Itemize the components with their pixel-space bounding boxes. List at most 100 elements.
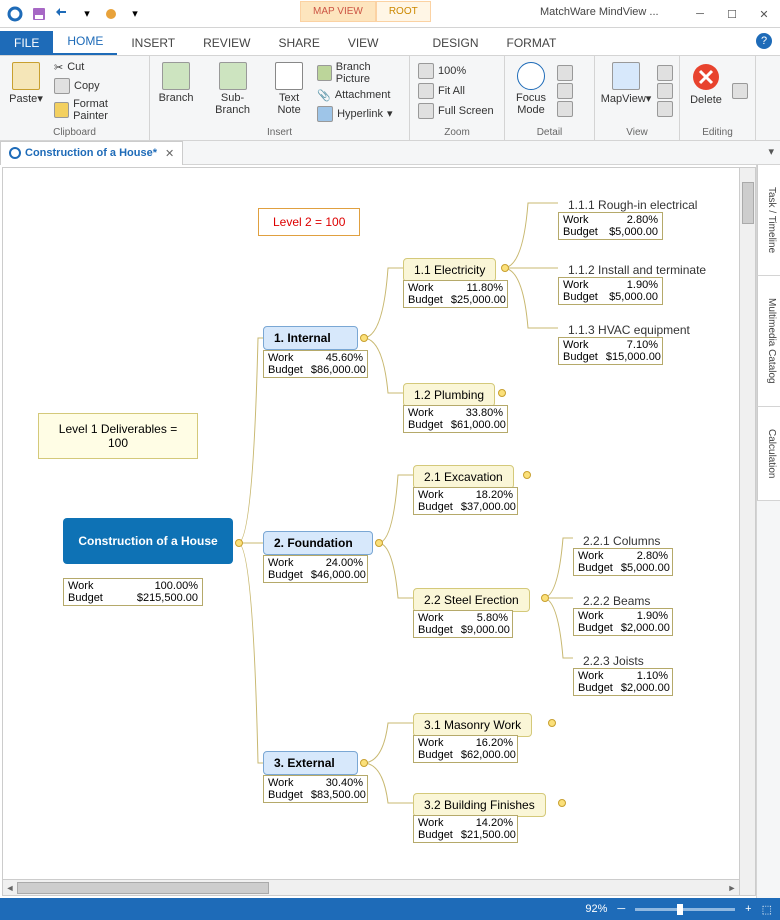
detail-opt2-icon[interactable]: [557, 83, 573, 99]
view-opt2-icon[interactable]: [657, 83, 673, 99]
node-steel[interactable]: 2.2 Steel Erection: [413, 588, 530, 612]
zoom-label: 92%: [585, 903, 607, 915]
stats-excavation: Work18.20%Budget$37,000.00: [413, 487, 518, 515]
tab-format[interactable]: FORMAT: [493, 31, 571, 55]
zoom-fit-icon[interactable]: ⬚: [762, 903, 772, 916]
node-plumbing[interactable]: 1.2 Plumbing: [403, 383, 495, 407]
stats-steel: Work5.80%Budget$9,000.00: [413, 610, 513, 638]
horizontal-scrollbar[interactable]: ◄ ►: [3, 879, 739, 895]
stats-finishes: Work14.20%Budget$21,500.00: [413, 815, 518, 843]
attachment-button[interactable]: 📎Attachment: [315, 88, 403, 103]
branch-button[interactable]: Branch: [156, 60, 196, 122]
redo-icon[interactable]: ▾: [78, 5, 96, 23]
stats-masonry: Work16.20%Budget$62,000.00: [413, 735, 518, 763]
scroll-right-icon[interactable]: ►: [725, 880, 739, 896]
tab-design[interactable]: DESIGN: [419, 31, 493, 55]
expand-dot[interactable]: [523, 471, 531, 479]
sidetab-calculation[interactable]: Calculation: [757, 407, 780, 501]
group-label-view: View: [601, 126, 673, 138]
hyperlink-icon: [317, 106, 333, 122]
group-label-zoom: Zoom: [416, 126, 498, 138]
fit-all-button[interactable]: Fit All: [416, 82, 496, 100]
context-tab-root[interactable]: ROOT: [376, 1, 431, 22]
tab-insert[interactable]: INSERT: [117, 31, 189, 55]
pin-icon[interactable]: ▾: [768, 145, 774, 158]
fitall-icon: [418, 83, 434, 99]
title-bar: ▾ ▾ MAP VIEW ROOT MatchWare MindView ...…: [0, 0, 780, 28]
minimize-button[interactable]: ─: [684, 0, 716, 28]
fullscreen-icon: [418, 103, 434, 119]
expand-dot[interactable]: [235, 539, 243, 547]
delete-button[interactable]: Delete: [686, 60, 726, 122]
cut-button[interactable]: ✂Cut: [52, 60, 143, 75]
node-masonry[interactable]: 3.1 Masonry Work: [413, 713, 532, 737]
tab-home[interactable]: HOME: [53, 29, 117, 55]
undo-icon[interactable]: [54, 5, 72, 23]
focus-mode-button[interactable]: Focus Mode: [511, 60, 551, 122]
hyperlink-button[interactable]: Hyperlink▾: [315, 105, 403, 123]
close-tab-icon[interactable]: ✕: [165, 147, 174, 160]
node-foundation[interactable]: 2. Foundation: [263, 531, 373, 555]
expand-dot[interactable]: [498, 389, 506, 397]
sidetab-task[interactable]: Task / Timeline: [757, 165, 780, 276]
document-tab[interactable]: Construction of a House* ✕: [0, 141, 183, 165]
close-button[interactable]: ✕: [748, 0, 780, 28]
stats-plumbing: Work33.80%Budget$61,000.00: [403, 405, 508, 433]
group-label-detail: Detail: [511, 126, 588, 138]
tab-share[interactable]: SHARE: [264, 31, 333, 55]
fullscreen-button[interactable]: Full Screen: [416, 102, 496, 120]
format-painter-button[interactable]: Format Painter: [52, 97, 143, 123]
maximize-button[interactable]: ☐: [716, 0, 748, 28]
sidetab-multimedia[interactable]: Multimedia Catalog: [757, 276, 780, 407]
level1-annotation: Level 1 Deliverables = 100: [38, 413, 198, 459]
view-opt3-icon[interactable]: [657, 101, 673, 117]
root-node[interactable]: Construction of a House: [63, 518, 233, 564]
scroll-left-icon[interactable]: ◄: [3, 880, 17, 896]
qat-dropdown-icon[interactable]: ▾: [126, 5, 144, 23]
touch-mode-icon[interactable]: [102, 5, 120, 23]
node-external[interactable]: 3. External: [263, 751, 358, 775]
expand-dot[interactable]: [360, 334, 368, 342]
copy-button[interactable]: Copy: [52, 77, 143, 95]
expand-dot[interactable]: [558, 799, 566, 807]
detail-opt1-icon[interactable]: [557, 65, 573, 81]
zoom-slider[interactable]: [635, 908, 735, 911]
mapview-button[interactable]: MapView▾: [601, 60, 651, 122]
ribbon-tabs: FILE HOME INSERT REVIEW SHARE VIEW DESIG…: [0, 28, 780, 56]
attachment-icon: 📎: [317, 89, 331, 102]
zoom-in-button[interactable]: +: [745, 903, 751, 915]
node-excavation[interactable]: 2.1 Excavation: [413, 465, 514, 489]
tab-view[interactable]: VIEW: [334, 31, 393, 55]
node-electricity[interactable]: 1.1 Electricity: [403, 258, 496, 282]
node-finishes[interactable]: 3.2 Building Finishes: [413, 793, 546, 817]
vertical-scrollbar[interactable]: [739, 168, 755, 895]
help-icon[interactable]: ?: [756, 33, 772, 49]
format-painter-icon: [54, 102, 69, 118]
expand-dot[interactable]: [360, 759, 368, 767]
expand-dot[interactable]: [501, 264, 509, 272]
zoom-out-button[interactable]: ─: [617, 903, 625, 915]
context-tab-mapview[interactable]: MAP VIEW: [300, 1, 376, 22]
textnote-button[interactable]: Text Note: [269, 60, 309, 122]
node-internal[interactable]: 1. Internal: [263, 326, 358, 350]
textnote-icon: [275, 62, 303, 90]
edit-opt-icon[interactable]: [732, 83, 748, 99]
workspace: Level 2 = 100 Level 1 Deliverables = 100…: [0, 165, 780, 898]
zoom-100-button[interactable]: 100%: [416, 62, 496, 80]
view-opt1-icon[interactable]: [657, 65, 673, 81]
picture-icon: [317, 65, 332, 81]
stats-foundation: Work24.00%Budget$46,000.00: [263, 555, 368, 583]
save-icon[interactable]: [30, 5, 48, 23]
paste-button[interactable]: Paste▾: [6, 60, 46, 122]
status-bar: 92% ─ + ⬚: [0, 898, 780, 920]
expand-dot[interactable]: [541, 594, 549, 602]
branch-picture-button[interactable]: Branch Picture: [315, 60, 403, 86]
expand-dot[interactable]: [375, 539, 383, 547]
canvas[interactable]: Level 2 = 100 Level 1 Deliverables = 100…: [2, 167, 756, 896]
group-label-clipboard: Clipboard: [6, 126, 143, 138]
expand-dot[interactable]: [548, 719, 556, 727]
tab-review[interactable]: REVIEW: [189, 31, 264, 55]
detail-opt3-icon[interactable]: [557, 101, 573, 117]
subbranch-button[interactable]: Sub-Branch: [202, 60, 263, 122]
tab-file[interactable]: FILE: [0, 31, 53, 55]
